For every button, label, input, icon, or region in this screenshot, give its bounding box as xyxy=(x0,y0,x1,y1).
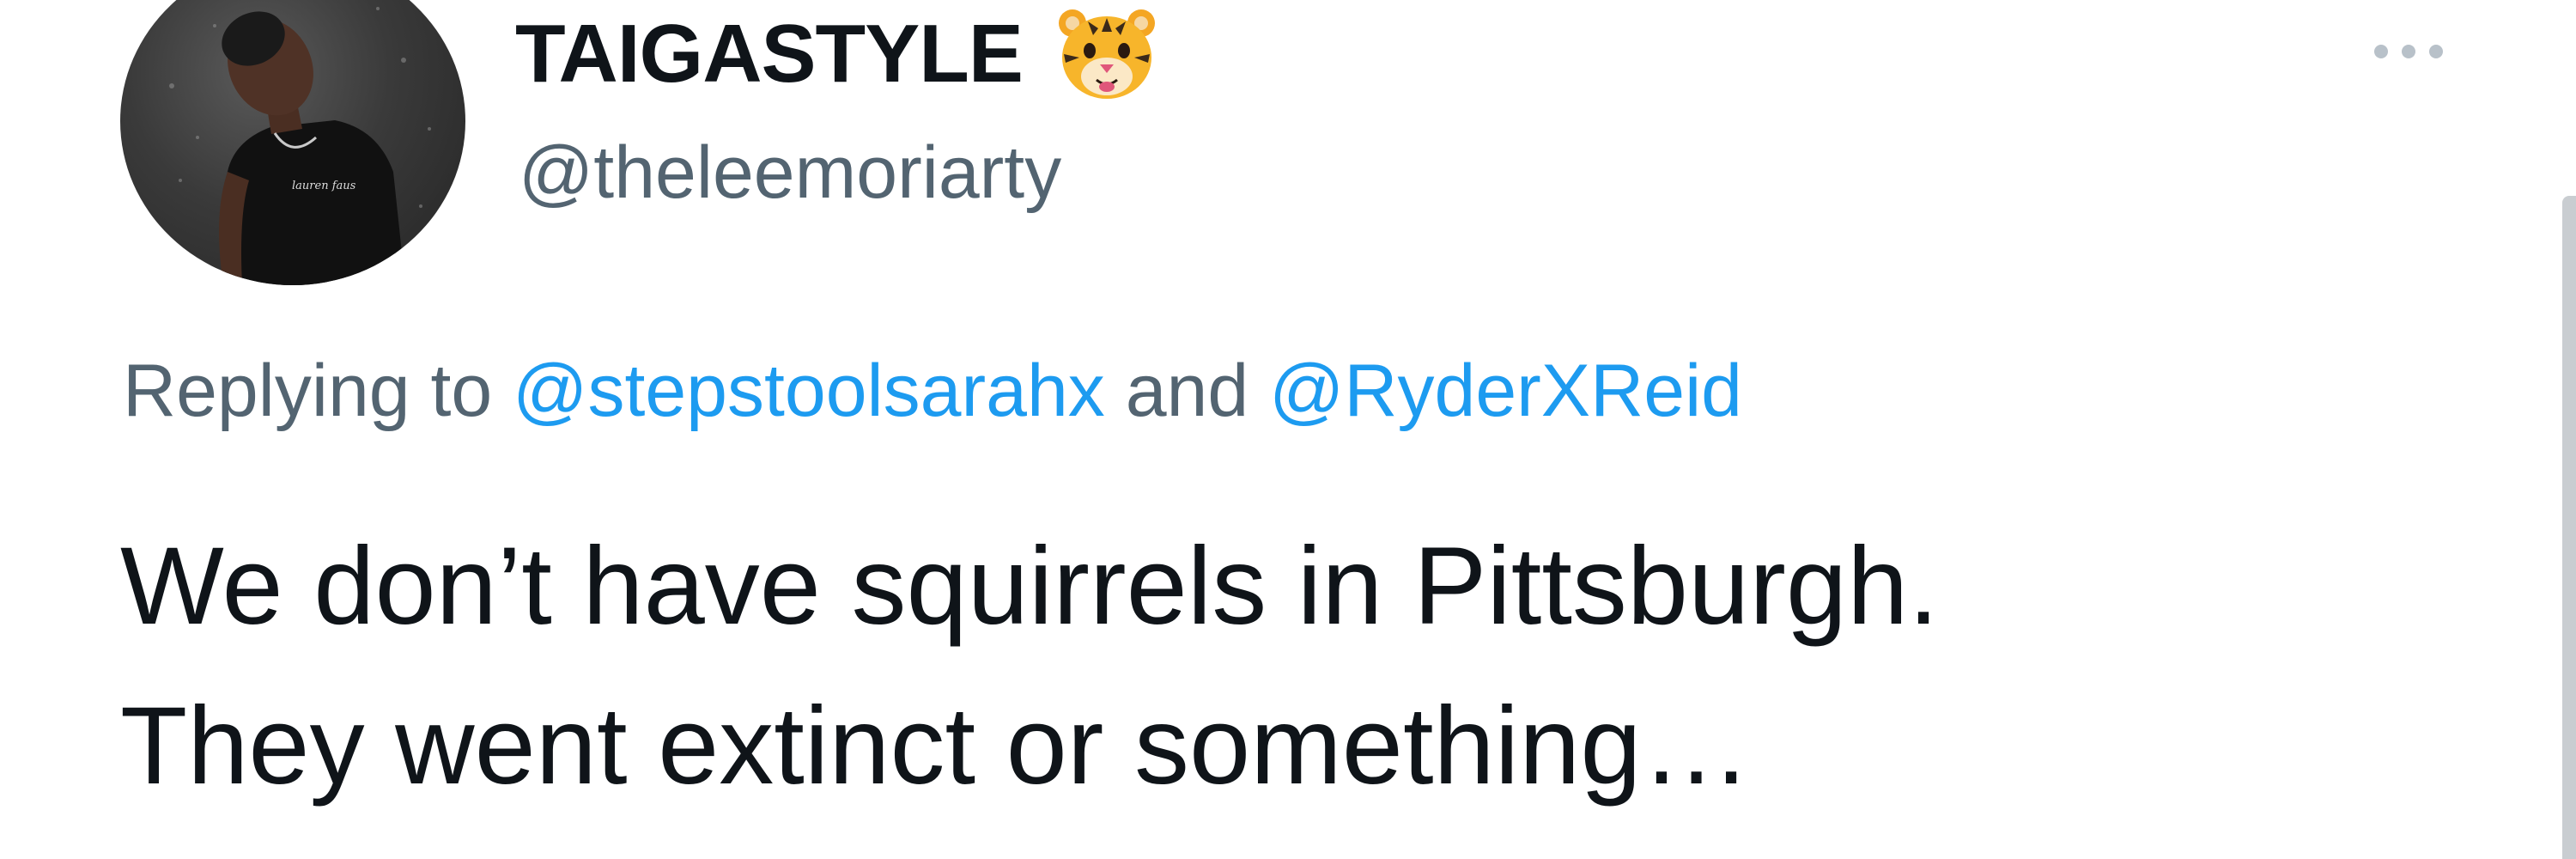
display-name[interactable]: TAIGASTYLE xyxy=(515,13,1024,95)
svg-text:lauren faus: lauren faus xyxy=(292,180,356,192)
scrollbar[interactable] xyxy=(2562,196,2576,859)
author-handle[interactable]: @theleemoriarty xyxy=(519,136,1061,210)
tweet-text: We don’t have squirrels in Pittsburgh. T… xyxy=(120,507,1939,826)
tiger-face-icon xyxy=(1055,3,1158,106)
tweet-text-line-2: They went extinct or something… xyxy=(120,685,1752,807)
avatar[interactable]: lauren faus xyxy=(120,0,465,285)
more-options-icon[interactable] xyxy=(2361,33,2456,70)
replying-to-line: Replying to @stepstoolsarahx and @RyderX… xyxy=(123,354,1742,428)
tweet-text-line-1: We don’t have squirrels in Pittsburgh. xyxy=(120,525,1939,648)
mention-link-stepstoolsarahx[interactable]: @stepstoolsarahx xyxy=(513,350,1105,432)
replying-to-label: Replying to xyxy=(123,350,513,432)
mention-link-ryderxreid[interactable]: @RyderXReid xyxy=(1269,350,1742,432)
author-name-row: TAIGASTYLE xyxy=(515,7,1158,101)
replying-to-conjunction: and xyxy=(1104,350,1270,432)
